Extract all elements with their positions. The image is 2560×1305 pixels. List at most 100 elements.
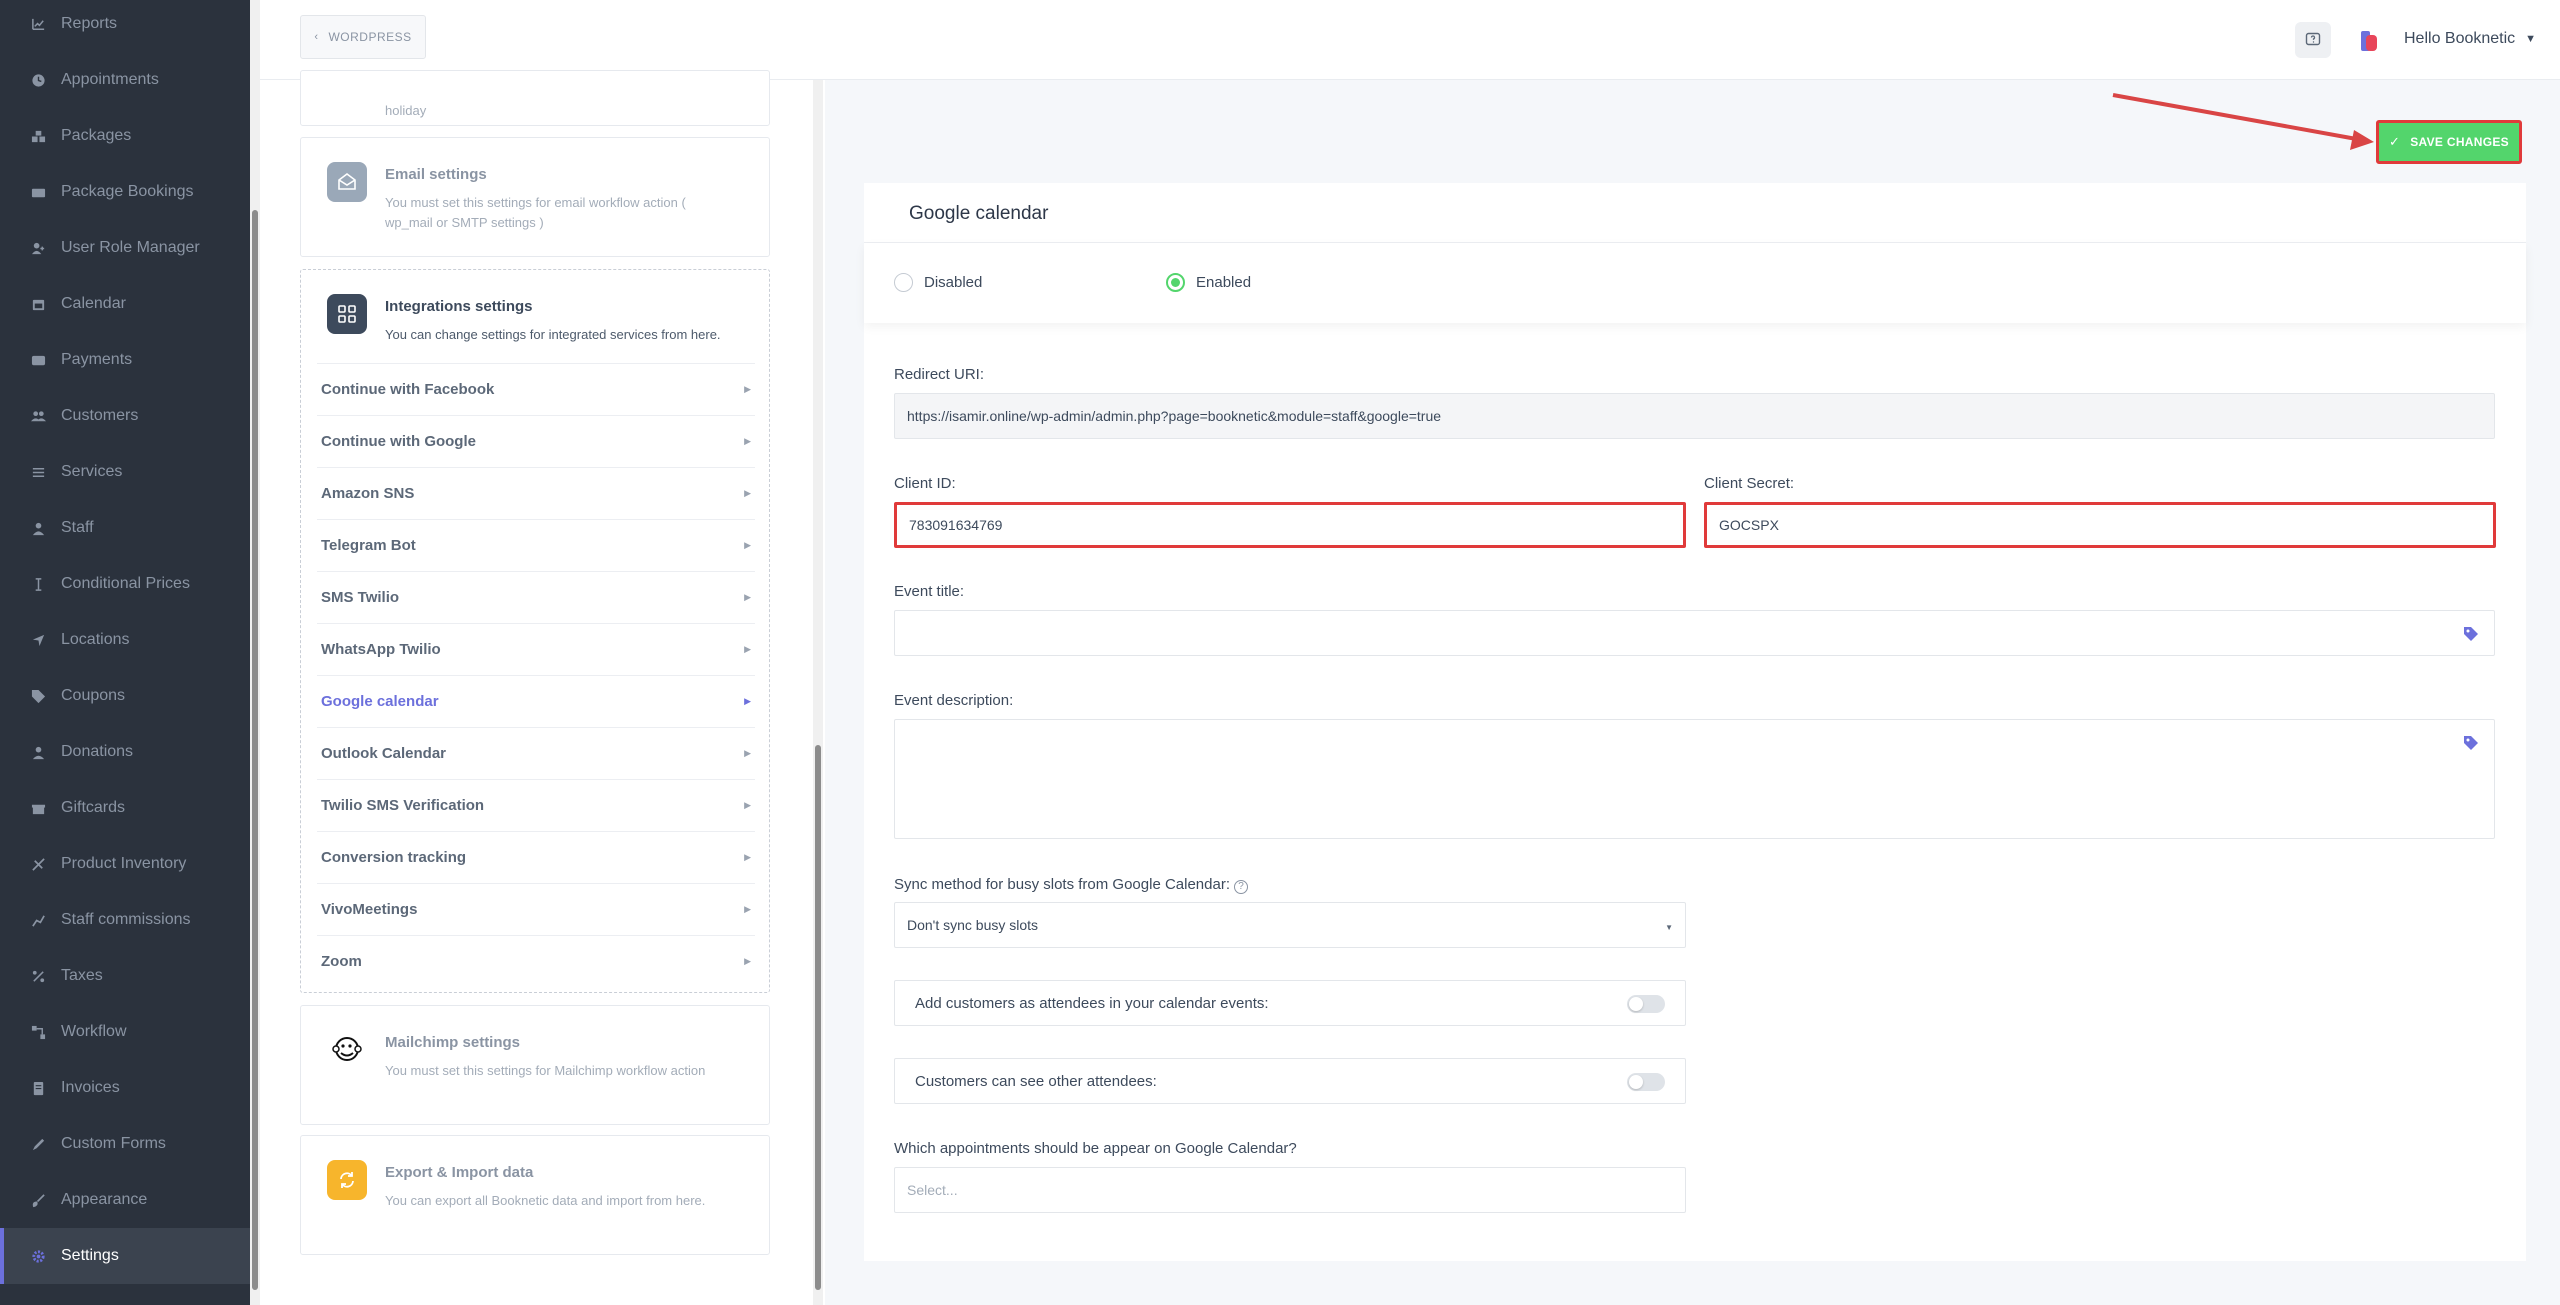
chart-icon	[30, 16, 46, 32]
integration-item-label: Amazon SNS	[321, 485, 415, 502]
sidebar-item-user-role-manager[interactable]: User Role Manager	[0, 220, 250, 276]
sync-method-label-text: Sync method for busy slots from Google C…	[894, 876, 1230, 893]
redirect-uri-label: Redirect URI:	[894, 366, 985, 383]
sidebar-item-services[interactable]: Services	[0, 444, 250, 500]
back-to-wordpress-button[interactable]: ‹ WORDPRESS	[300, 15, 426, 59]
redirect-uri-field[interactable]: https://isamir.online/wp-admin/admin.php…	[894, 393, 2495, 439]
back-to-wordpress-label: WORDPRESS	[328, 30, 412, 44]
mailchimp-settings-card[interactable]: Mailchimp settings You must set this set…	[300, 1005, 770, 1125]
radio-circle-checked	[1166, 273, 1185, 292]
sidebar-item-label: Custom Forms	[61, 1135, 166, 1152]
tag-icon	[30, 688, 46, 704]
help-button[interactable]	[2295, 22, 2331, 58]
email-settings-title: Email settings	[385, 166, 487, 183]
pen-icon	[30, 1136, 46, 1152]
integration-item-zoom[interactable]: Zoom ▶	[317, 935, 755, 987]
integration-item-conversion-tracking[interactable]: Conversion tracking ▶	[317, 831, 755, 883]
holidays-settings-card[interactable]: holiday	[300, 70, 770, 126]
sidebar-item-package-bookings[interactable]: Package Bookings	[0, 164, 250, 220]
commission-icon	[30, 912, 46, 928]
sidebar-item-payments[interactable]: Payments	[0, 332, 250, 388]
integration-item-amazon-sns[interactable]: Amazon SNS ▶	[317, 467, 755, 519]
sidebar-item-staff-commissions[interactable]: Staff commissions	[0, 892, 250, 948]
sidebar-item-calendar[interactable]: Calendar	[0, 276, 250, 332]
caret-down-icon: ▼	[1665, 923, 1673, 932]
sidebar-item-label: Settings	[61, 1247, 119, 1264]
workflow-icon	[30, 1024, 46, 1040]
integration-item-outlook-calendar[interactable]: Outlook Calendar ▶	[317, 727, 755, 779]
sidebar-item-label: Product Inventory	[61, 855, 187, 872]
sidebar-item-packages[interactable]: Packages	[0, 108, 250, 164]
appointments-filter-select[interactable]: Select...	[894, 1167, 1686, 1213]
sidebar-item-invoices[interactable]: Invoices	[0, 1060, 250, 1116]
tag-icon[interactable]	[2462, 625, 2480, 643]
sidebar-item-label: Payments	[61, 351, 133, 368]
sidebar-item-workflow[interactable]: Workflow	[0, 1004, 250, 1060]
integration-item-google-calendar[interactable]: Google calendar ▶	[317, 675, 755, 727]
sidebar-item-product-inventory[interactable]: Product Inventory	[0, 836, 250, 892]
client-secret-field[interactable]: GOCSPX	[1704, 502, 2496, 548]
caret-right-icon: ▶	[744, 540, 751, 550]
integration-item-sms-twilio[interactable]: SMS Twilio ▶	[317, 571, 755, 623]
sync-method-select[interactable]: Don't sync busy slots ▼	[894, 902, 1686, 948]
event-title-input[interactable]	[894, 610, 2495, 656]
price-icon	[30, 576, 46, 592]
sidebar-item-settings[interactable]: Settings	[0, 1228, 250, 1284]
caret-right-icon: ▶	[744, 488, 751, 498]
email-settings-card[interactable]: Email settings You must set this setting…	[300, 137, 770, 257]
sidebar-item-appointments[interactable]: Appointments	[0, 52, 250, 108]
sidebar-item-coupons[interactable]: Coupons	[0, 668, 250, 724]
sidebar-item-locations[interactable]: Locations	[0, 612, 250, 668]
inventory-icon	[30, 856, 46, 872]
sidebar-item-label: Donations	[61, 743, 134, 760]
integration-item-label: Twilio SMS Verification	[321, 797, 485, 814]
caret-right-icon: ▶	[744, 436, 751, 446]
sidebar-item-customers[interactable]: Customers	[0, 388, 250, 444]
sidebar-item-donations[interactable]: Donations	[0, 724, 250, 780]
event-description-textarea[interactable]	[894, 719, 2495, 839]
radio-circle	[894, 273, 913, 292]
integration-item-label: Continue with Google	[321, 433, 476, 450]
status-disabled-radio[interactable]: Disabled	[894, 273, 982, 292]
export-import-card[interactable]: Export & Import data You can export all …	[300, 1135, 770, 1255]
client-secret-label: Client Secret:	[1704, 475, 1795, 492]
email-settings-desc: You must set this settings for email wor…	[385, 195, 686, 230]
integration-item-label: Google calendar	[321, 693, 439, 710]
integration-item-telegram-bot[interactable]: Telegram Bot ▶	[317, 519, 755, 571]
tag-icon[interactable]	[2462, 734, 2480, 752]
holidays-card-desc: holiday	[385, 103, 427, 118]
integration-item-vivomeetings[interactable]: VivoMeetings ▶	[317, 883, 755, 935]
sidebar-item-appearance[interactable]: Appearance	[0, 1172, 250, 1228]
integration-item-twilio-sms-verification[interactable]: Twilio SMS Verification ▶	[317, 779, 755, 831]
sidebar-item-giftcards[interactable]: Giftcards	[0, 780, 250, 836]
event-description-label: Event description:	[894, 692, 1014, 709]
integration-item-continue-with-facebook[interactable]: Continue with Facebook ▶	[317, 363, 755, 415]
integration-item-continue-with-google[interactable]: Continue with Google ▶	[317, 415, 755, 467]
integration-item-whatsapp-twilio[interactable]: WhatsApp Twilio ▶	[317, 623, 755, 675]
see-attendees-label: Customers can see other attendees:	[915, 1072, 1157, 1090]
sidebar-scrollbar-thumb[interactable]	[252, 210, 258, 1290]
integration-item-label: Conversion tracking	[321, 849, 467, 866]
export-import-desc: You can export all Booknetic data and im…	[385, 1193, 706, 1208]
sidebar-item-label: User Role Manager	[61, 239, 200, 256]
sidebar-item-label: Appearance	[61, 1191, 148, 1208]
envelope-icon	[327, 162, 367, 202]
settings-list-scrollbar-thumb[interactable]	[815, 745, 821, 1290]
help-circle-icon[interactable]: ?	[1234, 879, 1248, 894]
client-id-field[interactable]: 783091634769	[894, 502, 1686, 548]
calendar-icon	[30, 296, 46, 312]
status-enabled-radio[interactable]: Enabled	[1166, 273, 1251, 292]
user-menu[interactable]: Hello Booknetic ▼	[2404, 30, 2536, 48]
panel-title: Google calendar	[909, 203, 1049, 224]
mailchimp-settings-desc: You must set this settings for Mailchimp…	[385, 1063, 706, 1078]
add-attendees-toggle[interactable]	[1627, 995, 1665, 1013]
see-attendees-toggle[interactable]	[1627, 1073, 1665, 1091]
sidebar-item-conditional-prices[interactable]: Conditional Prices	[0, 556, 250, 612]
sidebar-item-staff[interactable]: Staff	[0, 500, 250, 556]
sidebar-item-reports[interactable]: Reports	[0, 0, 250, 52]
integrations-settings-card: Integrations settings You can change set…	[300, 269, 770, 993]
sidebar-item-custom-forms[interactable]: Custom Forms	[0, 1116, 250, 1172]
save-changes-button[interactable]: ✓ SAVE CHANGES	[2376, 120, 2522, 164]
integrations-settings-title: Integrations settings	[385, 298, 533, 315]
sidebar-item-taxes[interactable]: Taxes	[0, 948, 250, 1004]
